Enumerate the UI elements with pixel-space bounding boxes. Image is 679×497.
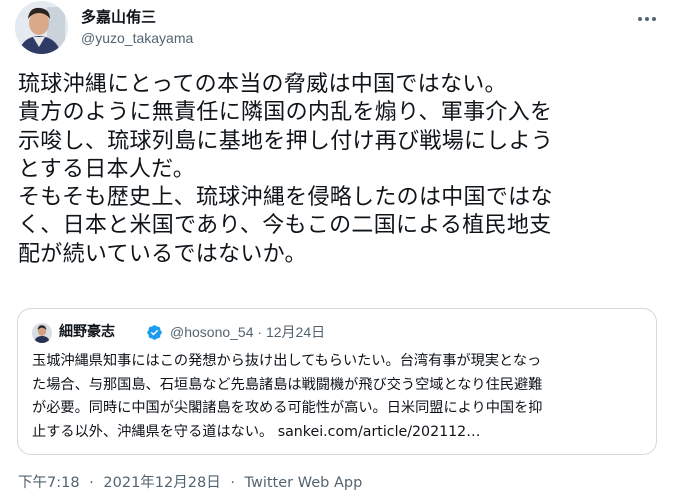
- tweet-source-link[interactable]: Twitter Web App: [245, 475, 363, 491]
- more-options-button[interactable]: [634, 6, 660, 32]
- quoted-author-name: 細野豪志: [59, 324, 115, 340]
- quoted-text: 玉城沖縄県知事にはこの発想から抜け出してもらいたい。台湾有事が現実となっ た場合…: [32, 350, 652, 444]
- quoted-text-line: 玉城沖縄県知事にはこの発想から抜け出してもらいたい。台湾有事が現実となっ: [32, 353, 542, 369]
- tweet-text-line: そもそも歴史上、琉球沖縄を侵略したのは中国ではな: [18, 185, 553, 211]
- tweet-text-line: く、日本と米国であり、今もこの二国による植民地支: [18, 213, 552, 239]
- author-avatar[interactable]: [15, 1, 68, 54]
- footer-separator: ·: [230, 475, 235, 491]
- quoted-author-handle: @hosono_54: [170, 324, 254, 340]
- footer-separator: ·: [89, 475, 94, 491]
- quoted-text-line: 止する以外、沖縄県を守る道はない。 sankei.com/article/202…: [32, 423, 481, 440]
- quoted-meta: @hosono_54 · 12月24日: [170, 324, 325, 341]
- quoted-author-avatar: [32, 323, 52, 343]
- tweet-date-link[interactable]: 2021年12月28日: [103, 475, 220, 491]
- more-horizontal-icon: [638, 17, 656, 21]
- tweet-text-line: 琉球沖縄にとっての本当の脅威は中国ではない。: [18, 72, 507, 97]
- tweet-text-line: 貴方のように無責任に隣国の内乱を煽り、軍事介入を: [18, 100, 553, 126]
- quoted-text-line: た場合、与那国島、石垣島など先島諸島は戦闘機が飛び交う空域となり住民避難: [32, 376, 543, 393]
- author-display-name[interactable]: 多嘉山侑三: [81, 8, 156, 26]
- tweet-footer: 下午7:18 · 2021年12月28日 · Twitter Web App: [18, 474, 362, 492]
- tweet-time-link[interactable]: 下午7:18: [18, 475, 80, 491]
- tweet-text: 琉球沖縄にとっての本当の脅威は中国ではない。 貴方のように無責任に隣国の内乱を煽…: [18, 71, 668, 269]
- tweet-card: 多嘉山侑三 @yuzo_takayama 琉球沖縄にとっての本当の脅威は中国では…: [0, 0, 679, 497]
- tweet-text-line: とする日本人だ。: [18, 156, 196, 182]
- tweet-text-line: 示唆し、琉球列島に基地を押し付け再び戦場にしよう: [18, 128, 554, 154]
- quoted-date: 12月24日: [265, 324, 326, 340]
- quoted-tweet[interactable]: 細野豪志 @hosono_54 · 12月24日 玉城沖縄県知事にはこの発想から…: [17, 308, 657, 455]
- meta-separator: ·: [257, 324, 263, 340]
- quoted-text-line: が必要。同時に中国が尖閣諸島を攻める可能性が高い。日米同盟により中国を抑: [32, 400, 543, 416]
- author-handle[interactable]: @yuzo_takayama: [81, 30, 193, 47]
- tweet-text-line: 配が続いているではないか。: [18, 241, 307, 267]
- verified-badge-icon: [147, 325, 162, 340]
